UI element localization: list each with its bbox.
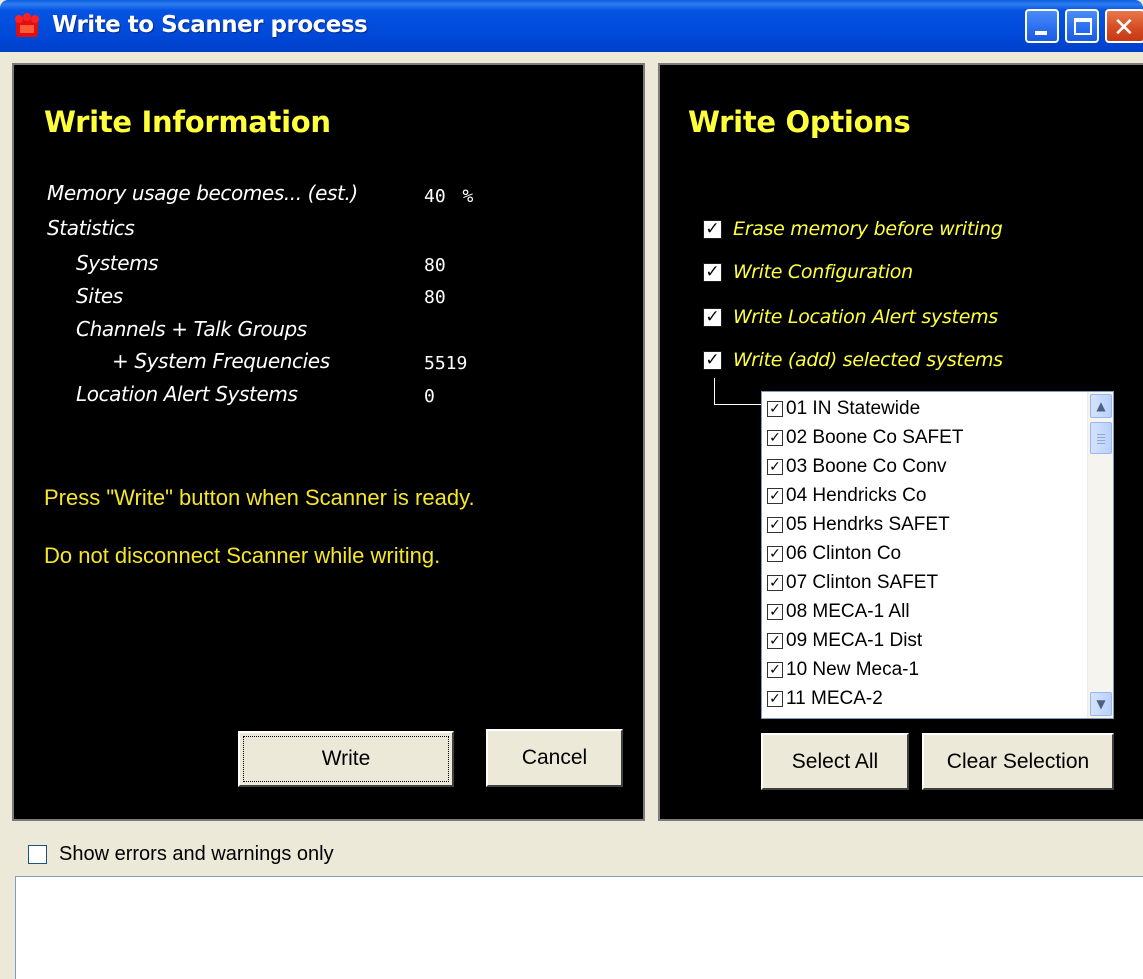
systems-list[interactable]: ✓ 01 IN Statewide ✓ 02 Boone Co SAFET ✓ … [761, 391, 1114, 719]
log-output-area[interactable] [15, 876, 1143, 979]
stat-location-alert-value: 0 [424, 386, 435, 407]
stat-frequencies-label: + System Frequencies [112, 349, 330, 373]
list-item[interactable]: ✓ 01 IN Statewide [767, 395, 920, 422]
write-location-alert-checkbox[interactable]: ✓ [703, 307, 722, 327]
stat-location-alert-label: Location Alert Systems [76, 382, 298, 406]
erase-memory-checkbox[interactable]: ✓ [703, 219, 722, 239]
list-item[interactable]: ✓ 07 Clinton SAFET [767, 569, 938, 596]
list-item[interactable]: ✓ 11 MECA-2 [767, 685, 883, 712]
list-item[interactable]: ✓ 05 Hendrks SAFET [767, 511, 950, 538]
system-checkbox[interactable]: ✓ [767, 690, 783, 707]
statistics-label: Statistics [47, 216, 135, 240]
chevron-down-icon: ▼ [1096, 697, 1106, 711]
list-item[interactable]: ✓ 03 Boone Co Conv [767, 453, 947, 480]
scroll-thumb[interactable] [1090, 422, 1112, 454]
select-all-button[interactable]: Select All [761, 733, 909, 790]
list-item[interactable]: ✓ 04 Hendricks Co [767, 482, 926, 509]
systems-list-scrollbar[interactable]: ▲ ▼ [1087, 392, 1113, 718]
disconnect-warning: Do not disconnect Scanner while writing. [44, 543, 441, 568]
show-errors-checkbox[interactable] [28, 845, 47, 864]
system-checkbox[interactable]: ✓ [767, 574, 783, 591]
system-checkbox[interactable]: ✓ [767, 545, 783, 562]
maximize-icon [1074, 18, 1092, 35]
stat-frequencies-value: 5519 [424, 353, 468, 374]
show-errors-label: Show errors and warnings only [59, 843, 334, 865]
stat-channels-label: Channels + Talk Groups [76, 317, 307, 341]
system-checkbox[interactable]: ✓ [767, 661, 783, 678]
stat-sites-label: Sites [76, 284, 123, 308]
system-checkbox[interactable]: ✓ [767, 603, 783, 620]
write-options-heading: Write Options [688, 105, 911, 139]
ready-message: Press "Write" button when Scanner is rea… [44, 485, 475, 510]
show-errors-option[interactable]: Show errors and warnings only [28, 843, 334, 866]
system-checkbox[interactable]: ✓ [767, 400, 783, 417]
close-icon: ✕ [1113, 13, 1135, 43]
system-checkbox[interactable]: ✓ [767, 516, 783, 533]
minimize-button[interactable] [1025, 9, 1059, 43]
list-item[interactable]: ✓ 02 Boone Co SAFET [767, 424, 963, 451]
write-selected-systems-checkbox[interactable]: ✓ [703, 350, 722, 370]
stat-systems-label: Systems [76, 251, 159, 275]
memory-usage-label: Memory usage becomes... (est.) [47, 181, 358, 205]
chevron-up-icon: ▲ [1096, 399, 1106, 413]
write-button[interactable]: Write [238, 731, 454, 787]
write-configuration-checkbox[interactable]: ✓ [703, 262, 722, 282]
maximize-button[interactable] [1065, 9, 1099, 43]
list-item[interactable]: ✓ 06 Clinton Co [767, 540, 901, 567]
option-erase-memory[interactable]: ✓ Erase memory before writing [703, 218, 1003, 240]
list-item[interactable]: ✓ 10 New Meca-1 [767, 656, 919, 683]
memory-usage-value: 40 % [424, 186, 474, 207]
stat-sites-value: 80 [424, 287, 446, 308]
system-checkbox[interactable]: ✓ [767, 632, 783, 649]
clear-selection-button[interactable]: Clear Selection [922, 733, 1114, 790]
option-write-location-alert[interactable]: ✓ Write Location Alert systems [703, 306, 998, 328]
system-checkbox[interactable]: ✓ [767, 458, 783, 475]
list-item[interactable]: ✓ 09 MECA-1 Dist [767, 627, 922, 654]
system-checkbox[interactable]: ✓ [767, 487, 783, 504]
tree-connector-vertical [714, 378, 715, 404]
scanner-app-icon [15, 13, 39, 37]
system-checkbox[interactable]: ✓ [767, 429, 783, 446]
scroll-up-button[interactable]: ▲ [1090, 394, 1112, 418]
close-button[interactable]: ✕ [1105, 9, 1143, 43]
window-title: Write to Scanner process [52, 12, 368, 38]
minimize-icon [1035, 31, 1047, 35]
scroll-down-button[interactable]: ▼ [1090, 692, 1112, 716]
option-write-selected-systems[interactable]: ✓ Write (add) selected systems [703, 349, 1003, 371]
percent-sign: % [462, 186, 474, 207]
option-write-configuration[interactable]: ✓ Write Configuration [703, 261, 913, 283]
title-bar: Write to Scanner process ✕ [0, 0, 1143, 52]
list-item[interactable]: ✓ 08 MECA-1 All [767, 598, 910, 625]
cancel-button[interactable]: Cancel [486, 729, 623, 787]
tree-connector-horizontal [714, 404, 764, 405]
write-information-panel [12, 63, 645, 821]
write-information-heading: Write Information [44, 105, 331, 139]
stat-systems-value: 80 [424, 255, 446, 276]
